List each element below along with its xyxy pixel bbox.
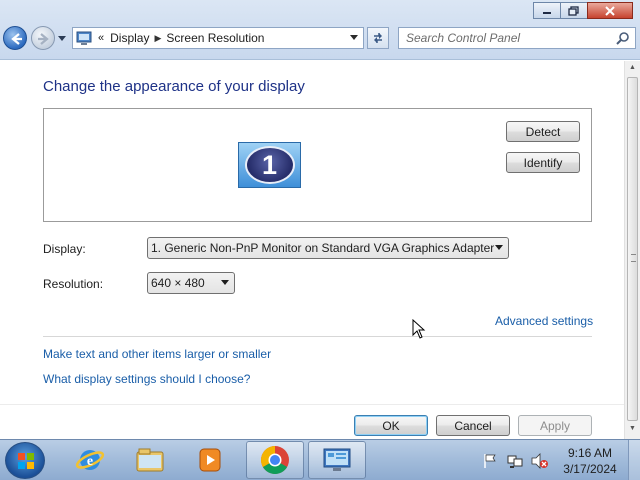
window-controls (533, 2, 633, 19)
scroll-up-icon[interactable]: ▲ (629, 64, 636, 71)
forward-button[interactable] (31, 26, 55, 50)
page-title: Change the appearance of your display (43, 78, 305, 95)
address-bar[interactable]: « Display ▶ Screen Resolution (72, 27, 364, 49)
resolution-select-value: 640 × 480 (151, 276, 205, 290)
svg-text:e: e (87, 454, 93, 469)
forward-arrow-icon (38, 33, 49, 45)
restore-icon (568, 5, 579, 16)
display-select[interactable]: 1. Generic Non-PnP Monitor on Standard V… (147, 237, 509, 259)
search-icon[interactable] (616, 31, 630, 45)
internet-explorer-icon: e (75, 450, 105, 470)
cancel-button[interactable]: Cancel (436, 415, 510, 436)
taskbar-windows-explorer[interactable] (121, 441, 179, 479)
refresh-button[interactable] (367, 27, 389, 49)
network-icon[interactable] (507, 453, 523, 469)
chrome-icon (261, 446, 289, 474)
monitor-1-tile[interactable]: 1 (238, 142, 301, 188)
back-button[interactable] (3, 26, 27, 50)
action-center-flag-icon[interactable] (483, 453, 497, 469)
clock-time: 9:16 AM (567, 446, 613, 460)
control-panel-icon (76, 31, 92, 45)
back-arrow-icon (11, 33, 22, 45)
chevron-down-icon (221, 280, 229, 285)
apply-button[interactable]: Apply (518, 415, 592, 436)
taskbar-chrome[interactable] (246, 441, 304, 479)
content-pane: Change the appearance of your display 1 … (0, 61, 624, 439)
control-panel-icon (323, 448, 351, 471)
breadcrumb-separator-icon[interactable]: ▶ (154, 33, 161, 44)
scroll-down-icon[interactable]: ▼ (629, 425, 636, 432)
chevron-down-icon (495, 245, 503, 250)
system-clock[interactable]: 9:16 AM 3/17/2024 (560, 445, 620, 477)
display-help-link[interactable]: What display settings should I choose? (43, 372, 250, 386)
search-input[interactable] (399, 28, 609, 48)
maximize-button[interactable] (560, 2, 588, 19)
display-select-value: 1. Generic Non-PnP Monitor on Standard V… (151, 241, 495, 255)
mouse-cursor-icon (412, 319, 426, 339)
monitor-number: 1 (244, 146, 295, 184)
advanced-settings-link[interactable]: Advanced settings (495, 314, 593, 328)
minimize-icon (543, 11, 551, 14)
clock-date: 3/17/2024 (563, 462, 617, 476)
address-dropdown-icon[interactable] (350, 35, 358, 41)
close-button[interactable] (587, 2, 633, 19)
taskbar-control-panel[interactable] (308, 441, 366, 479)
close-icon (605, 5, 615, 16)
windows-explorer-icon (136, 448, 164, 472)
divider (43, 336, 592, 337)
breadcrumb-display[interactable]: Display (110, 31, 149, 45)
taskbar: e 9:16 AM 3/17/2024 (0, 439, 640, 480)
start-button[interactable] (5, 442, 45, 479)
show-desktop-button[interactable] (628, 440, 640, 480)
scroll-thumb[interactable] (627, 77, 638, 421)
resolution-label: Resolution: (43, 277, 104, 291)
recent-pages-chevron-icon[interactable] (58, 34, 66, 42)
display-label: Display: (43, 242, 86, 256)
resolution-select[interactable]: 640 × 480 (147, 272, 235, 294)
identify-button[interactable]: Identify (506, 152, 580, 173)
detect-button[interactable]: Detect (506, 121, 580, 142)
taskbar-internet-explorer[interactable]: e (61, 441, 119, 479)
text-size-link[interactable]: Make text and other items larger or smal… (43, 347, 271, 361)
ok-button[interactable]: OK (354, 415, 428, 436)
windows-logo-icon (18, 453, 34, 469)
minimize-button[interactable] (533, 2, 561, 19)
media-player-icon (199, 448, 221, 472)
footer-divider (0, 404, 624, 405)
breadcrumb-overflow-icon[interactable]: « (98, 32, 104, 44)
vertical-scrollbar[interactable]: ▲ ▼ (624, 61, 640, 439)
breadcrumb-screen-resolution[interactable]: Screen Resolution (166, 31, 264, 45)
taskbar-media-player[interactable] (181, 441, 239, 479)
window-titlebar: « Display ▶ Screen Resolution (0, 0, 640, 60)
scroll-grip-icon (631, 254, 636, 262)
refresh-icon (374, 33, 382, 43)
search-box[interactable] (398, 27, 636, 49)
display-preview-area: 1 Detect Identify (43, 108, 592, 222)
volume-muted-icon[interactable] (531, 453, 549, 469)
